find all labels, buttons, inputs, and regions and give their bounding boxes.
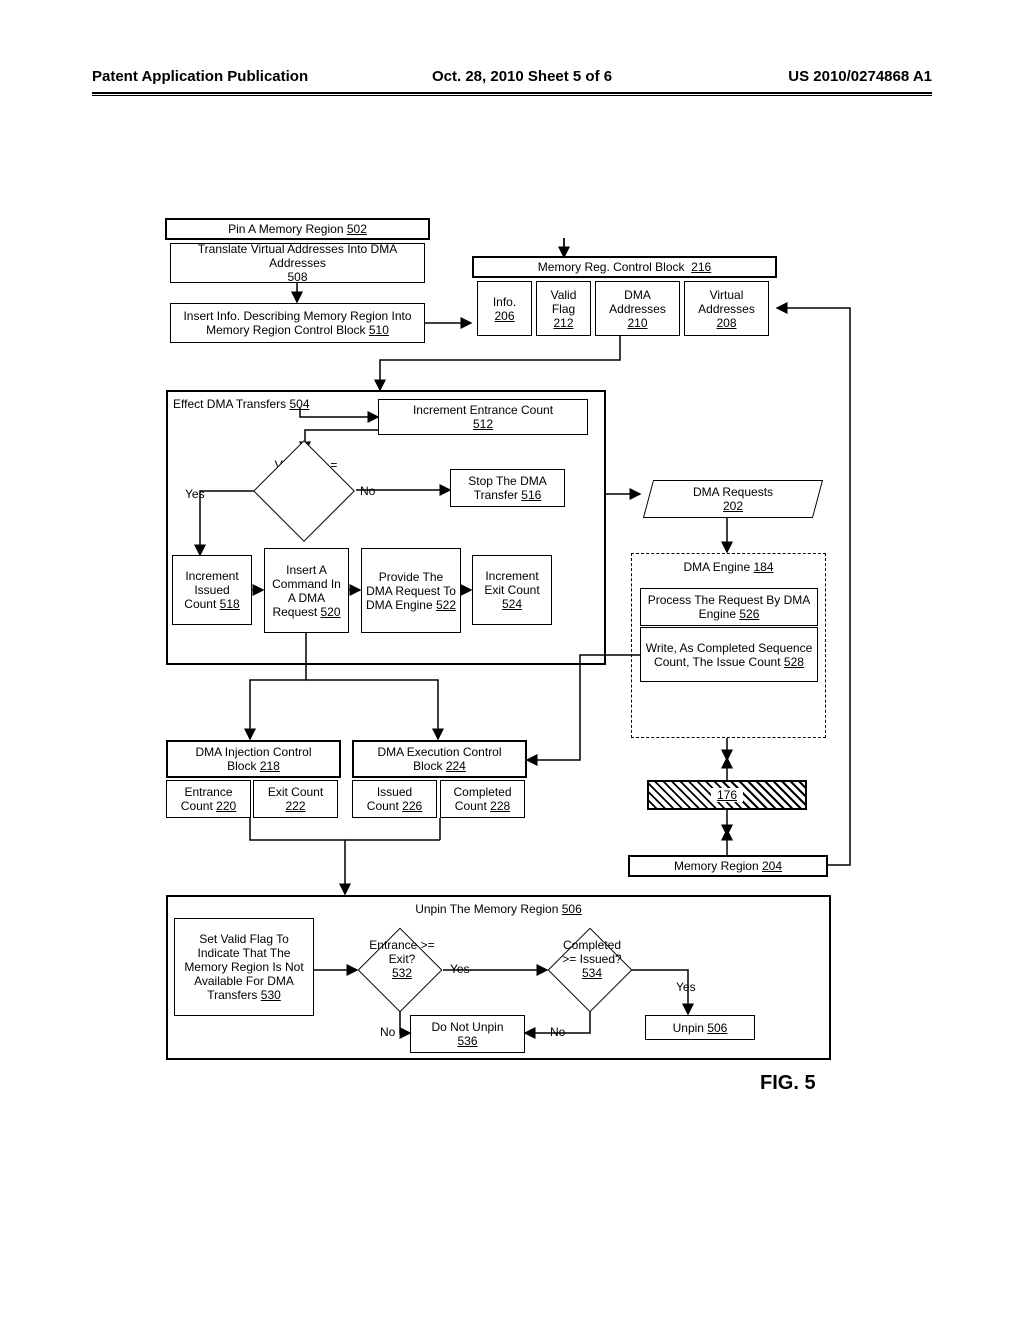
yes-label-2: Yes (450, 962, 470, 976)
dma-requests: DMA Requests202 (643, 480, 823, 518)
do-not-unpin: Do Not Unpin536 (410, 1015, 525, 1053)
increment-issued: Increment Issued Count 518 (172, 555, 252, 625)
header-left: Patent Application Publication (92, 68, 308, 85)
yes-label-3: Yes (676, 980, 696, 994)
memory-region: Memory Region 204 (628, 855, 828, 877)
header-rule (92, 92, 932, 96)
hatched-block: 176 (647, 780, 807, 810)
completed-count: Completed Count 228 (440, 780, 525, 818)
info-cell: Info.206 (477, 281, 532, 336)
yes-label-1: Yes (185, 487, 205, 501)
virtual-addresses-cell: Virtual Addresses208 (684, 281, 769, 336)
entrance-count: Entrance Count 220 (166, 780, 251, 818)
increment-exit: Increment Exit Count524 (472, 555, 552, 625)
increment-entrance: Increment Entrance Count512 (378, 399, 588, 435)
page-header: Patent Application Publication Oct. 28, … (92, 68, 932, 85)
no-label-2: No (380, 1025, 395, 1039)
write-completed: Write, As Completed Sequence Count, The … (640, 627, 818, 682)
pin-memory-region: Pin A Memory Region 502 (165, 218, 430, 240)
exit-count: Exit Count222 (253, 780, 338, 818)
figure-label: FIG. 5 (760, 1072, 816, 1095)
mem-ctrl-block: Memory Reg. Control Block 216 (472, 256, 777, 278)
header-right: US 2010/0274868 A1 (788, 68, 932, 85)
valid-flag-cell: Valid Flag212 (536, 281, 591, 336)
process-request: Process The Request By DMA Engine 526 (640, 588, 818, 626)
no-label-1: No (360, 484, 375, 498)
translate-addresses: Translate Virtual Addresses Into DMA Add… (170, 243, 425, 283)
insert-info: Insert Info. Describing Memory Region In… (170, 303, 425, 343)
no-label-3: No (550, 1025, 565, 1039)
set-valid-flag: Set Valid Flag To Indicate That The Memo… (174, 918, 314, 1016)
unpin-action: Unpin 506 (645, 1015, 755, 1040)
provide-dma-request: Provide The DMA Request To DMA Engine 52… (361, 548, 461, 633)
issued-count: Issued Count 226 (352, 780, 437, 818)
dma-addresses-cell: DMA Addresses210 (595, 281, 680, 336)
header-center: Oct. 28, 2010 Sheet 5 of 6 (432, 68, 612, 85)
stop-dma: Stop The DMA Transfer 516 (450, 469, 565, 507)
injection-control-block: DMA Injection Control Block 218 (166, 740, 341, 778)
insert-command: Insert A Command In A DMA Request 520 (264, 548, 349, 633)
execution-control-block: DMA Execution Control Block 224 (352, 740, 527, 778)
